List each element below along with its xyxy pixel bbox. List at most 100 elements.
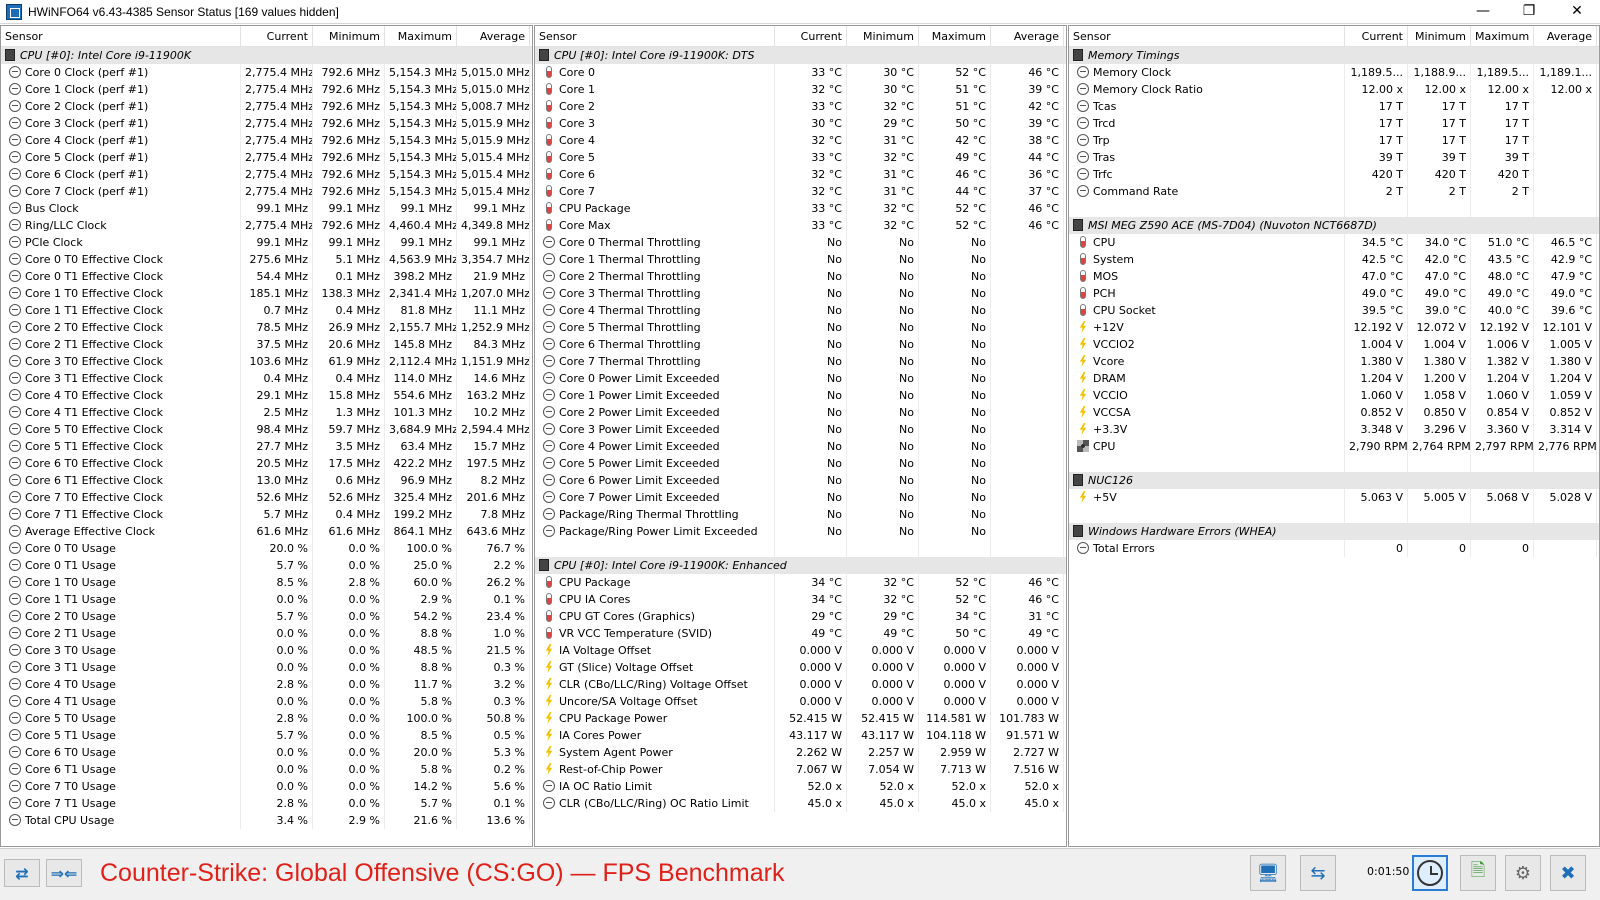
- sensor-row[interactable]: GT (Slice) Voltage Offset 0.000 V 0.000 V0…: [535, 659, 1066, 676]
- column-header-maximum[interactable]: Maximum: [919, 26, 991, 47]
- sensor-row[interactable]: Core 7 T1 Effective Clock 5.7 MHz 0.4 MHz 1…: [1, 506, 532, 523]
- sensor-row[interactable]: Rest-of-Chip Power 7.067 W 7.054 W 7.713 W7…: [535, 761, 1066, 778]
- close-window-button[interactable]: ✕: [1554, 0, 1600, 22]
- column-header-maximum[interactable]: Maximum: [385, 26, 457, 47]
- sensor-row[interactable]: Core 2 Thermal Throttling No No No: [535, 268, 1066, 285]
- sensor-row[interactable]: Core 4 Power Limit Exceeded No No No: [535, 438, 1066, 455]
- sensor-row[interactable]: CPU Package 33 °C 32 °C 52 °C 46 °C: [535, 200, 1066, 217]
- sensor-row[interactable]: Core Max 33 °C 32 °C 52 °C 46 °C: [535, 217, 1066, 234]
- sensor-row[interactable]: Bus Clock 99.1 MHz 99.1 MHz 99.1 MHz 99.1 MH…: [1, 200, 532, 217]
- close-icon[interactable]: ✖: [1550, 855, 1586, 891]
- sensor-row[interactable]: Package/Ring Thermal Throttling No No No: [535, 506, 1066, 523]
- sensor-row[interactable]: Core 3 Thermal Throttling No No No: [535, 285, 1066, 302]
- sensor-row[interactable]: Ring/LLC Clock 2,775.4 MHz 792.6 MHz 4,460.…: [1, 217, 532, 234]
- sensor-row[interactable]: Core 3 Power Limit Exceeded No No No: [535, 421, 1066, 438]
- sensor-row[interactable]: Tras 39 T 39 T 39 T: [1069, 149, 1599, 166]
- sensor-panel-board[interactable]: Sensor Current Minimum Maximum Average Memory…: [1068, 25, 1600, 847]
- column-header-minimum[interactable]: Minimum: [1408, 26, 1471, 47]
- column-header-current[interactable]: Current: [241, 26, 313, 47]
- sensor-row[interactable]: Core 3 Clock (perf #1) 2,775.4 MHz 792.6 M…: [1, 115, 532, 132]
- reset-computers-icon[interactable]: ⇆: [1300, 855, 1336, 891]
- sensor-row[interactable]: DRAM 1.204 V 1.200 V 1.204 V 1.204 V: [1069, 370, 1599, 387]
- collapse-arrows-icon[interactable]: ⇒⇐: [46, 859, 82, 887]
- sensor-row[interactable]: VCCIO2 1.004 V 1.004 V 1.006 V 1.005 V: [1069, 336, 1599, 353]
- sensor-row[interactable]: IA OC Ratio Limit 52.0 x 52.0 x 52.0 x 52.0 …: [535, 778, 1066, 795]
- sensor-row[interactable]: Core 7 Power Limit Exceeded No No No: [535, 489, 1066, 506]
- sensor-row[interactable]: +3.3V 3.348 V 3.296 V 3.360 V 3.314 V: [1069, 421, 1599, 438]
- column-header-average[interactable]: Average: [1534, 26, 1597, 47]
- sensor-group-header[interactable]: CPU [#0]: Intel Core i9-11900K: DTS: [535, 47, 1066, 64]
- sensor-row[interactable]: IA Voltage Offset 0.000 V 0.000 V 0.000 V 0.…: [535, 642, 1066, 659]
- sensor-group-header[interactable]: MSI MEG Z590 ACE (MS-7D04) (Nuvoton NCT6…: [1069, 217, 1599, 234]
- sensor-row[interactable]: Trfc 420 T 420 T 420 T: [1069, 166, 1599, 183]
- sensor-row[interactable]: Core 4 T0 Usage 2.8 % 0.0 % 11.7 % 3.2 %: [1, 676, 532, 693]
- sensor-row[interactable]: Core 3 T1 Usage 0.0 % 0.0 % 8.8 % 0.3 %: [1, 659, 532, 676]
- sensor-panel-dts[interactable]: Sensor Current Minimum Maximum Average CPU [#…: [534, 25, 1067, 847]
- sensor-row[interactable]: Vcore 1.380 V 1.380 V 1.382 V 1.380 V: [1069, 353, 1599, 370]
- sensor-row[interactable]: Core 2 Clock (perf #1) 2,775.4 MHz 792.6 M…: [1, 98, 532, 115]
- sensor-row[interactable]: Core 6 T0 Effective Clock 20.5 MHz 17.5 MH…: [1, 455, 532, 472]
- sensor-row[interactable]: CPU Package Power 52.415 W 52.415 W 114.581…: [535, 710, 1066, 727]
- sensor-row[interactable]: Core 7 T1 Usage 2.8 % 0.0 % 5.7 % 0.1 %: [1, 795, 532, 812]
- column-header-average[interactable]: Average: [991, 26, 1064, 47]
- sensor-row[interactable]: Core 1 Clock (perf #1) 2,775.4 MHz 792.6 M…: [1, 81, 532, 98]
- gear-icon[interactable]: ⚙: [1505, 855, 1541, 891]
- sensor-row[interactable]: Core 1 T1 Usage 0.0 % 0.0 % 2.9 % 0.1 %: [1, 591, 532, 608]
- sensor-row[interactable]: Core 6 Thermal Throttling No No No: [535, 336, 1066, 353]
- sensor-panel-cpu[interactable]: Sensor Current Minimum Maximum Average CPU [#…: [0, 25, 533, 847]
- sensor-row[interactable]: PCH 49.0 °C 49.0 °C 49.0 °C 49.0 °C: [1069, 285, 1599, 302]
- sensor-row[interactable]: Core 1 T1 Effective Clock 0.7 MHz 0.4 MHz 8…: [1, 302, 532, 319]
- sensor-row[interactable]: Core 1 Power Limit Exceeded No No No: [535, 387, 1066, 404]
- sensor-row[interactable]: Core 0 Thermal Throttling No No No: [535, 234, 1066, 251]
- minimize-button[interactable]: —: [1460, 0, 1506, 22]
- sensor-row[interactable]: Core 0 Power Limit Exceeded No No No: [535, 370, 1066, 387]
- sensor-row[interactable]: Uncore/SA Voltage Offset 0.000 V 0.000 V 0.…: [535, 693, 1066, 710]
- sensor-row[interactable]: Core 0 T1 Effective Clock 54.4 MHz 0.1 MHz…: [1, 268, 532, 285]
- sensor-row[interactable]: VCCSA 0.852 V 0.850 V 0.854 V 0.852 V: [1069, 404, 1599, 421]
- sensor-row[interactable]: Core 4 T1 Usage 0.0 % 0.0 % 5.8 % 0.3 %: [1, 693, 532, 710]
- sensor-row[interactable]: Core 0 T0 Usage 20.0 % 0.0 % 100.0 % 76.7 %: [1, 540, 532, 557]
- sensor-row[interactable]: Core 2 T1 Effective Clock 37.5 MHz 20.6 MH…: [1, 336, 532, 353]
- sensor-row[interactable]: CPU 34.5 °C 34.0 °C 51.0 °C 46.5 °C: [1069, 234, 1599, 251]
- sensor-row[interactable]: Total Errors 0 0 0: [1069, 540, 1599, 557]
- sensor-row[interactable]: IA Cores Power 43.117 W 43.117 W 104.118 W9…: [535, 727, 1066, 744]
- sensor-group-header[interactable]: Windows Hardware Errors (WHEA): [1069, 523, 1599, 540]
- sensor-group-header[interactable]: CPU [#0]: Intel Core i9-11900K: Enhanced: [535, 557, 1066, 574]
- sensor-row[interactable]: Core 4 Thermal Throttling No No No: [535, 302, 1066, 319]
- sensor-row[interactable]: CPU IA Cores 34 °C 32 °C 52 °C 46 °C: [535, 591, 1066, 608]
- sensor-row[interactable]: Core 3 T0 Effective Clock 103.6 MHz 61.9 M…: [1, 353, 532, 370]
- sensor-row[interactable]: Tcas 17 T 17 T 17 T: [1069, 98, 1599, 115]
- sensor-row[interactable]: Core 5 T0 Effective Clock 98.4 MHz 59.7 MH…: [1, 421, 532, 438]
- sensor-row[interactable]: Command Rate 2 T2 T2 T: [1069, 183, 1599, 200]
- sensor-row[interactable]: Core 5 T1 Usage 5.7 % 0.0 % 8.5 % 0.5 %: [1, 727, 532, 744]
- sensor-row[interactable]: Core 0 T1 Usage 5.7 % 0.0 % 25.0 % 2.2 %: [1, 557, 532, 574]
- sensor-row[interactable]: Core 5 Power Limit Exceeded No No No: [535, 455, 1066, 472]
- sensor-row[interactable]: Trcd 17 T 17 T 17 T: [1069, 115, 1599, 132]
- column-header-sensor[interactable]: Sensor: [1069, 26, 1345, 47]
- sensor-row[interactable]: VCCIO 1.060 V 1.058 V 1.060 V 1.059 V: [1069, 387, 1599, 404]
- add-log-icon[interactable]: 🗎: [1460, 855, 1496, 891]
- sensor-row[interactable]: Core 3 T1 Effective Clock 0.4 MHz 0.4 MHz 1…: [1, 370, 532, 387]
- sensor-row[interactable]: Core 0 33 °C 30 °C 52 °C 46 °C: [535, 64, 1066, 81]
- sensor-row[interactable]: Core 7 32 °C 31 °C 44 °C 37 °C: [535, 183, 1066, 200]
- sensor-row[interactable]: Core 6 T0 Usage 0.0 % 0.0 % 20.0 % 5.3 %: [1, 744, 532, 761]
- column-header-sensor[interactable]: Sensor: [1, 26, 241, 47]
- monitor-network-icon[interactable]: 🖥: [1250, 855, 1286, 891]
- sensor-row[interactable]: Core 6 32 °C 31 °C 46 °C 36 °C: [535, 166, 1066, 183]
- sensor-row[interactable]: Core 5 T0 Usage 2.8 % 0.0 % 100.0 % 50.8 %: [1, 710, 532, 727]
- sensor-row[interactable]: Core 5 Thermal Throttling No No No: [535, 319, 1066, 336]
- sensor-row[interactable]: CLR (CBo/LLC/Ring) OC Ratio Limit 45.0 x4…: [535, 795, 1066, 812]
- sensor-row[interactable]: Core 4 T1 Effective Clock 2.5 MHz 1.3 MHz 1…: [1, 404, 532, 421]
- sensor-row[interactable]: Core 7 T0 Usage 0.0 % 0.0 % 14.2 % 5.6 %: [1, 778, 532, 795]
- sensor-group-header[interactable]: NUC126: [1069, 472, 1599, 489]
- sensor-row[interactable]: CPU GT Cores (Graphics) 29 °C 29 °C 34 °C 31…: [535, 608, 1066, 625]
- sensor-row[interactable]: Core 2 T0 Effective Clock 78.5 MHz 26.9 MH…: [1, 319, 532, 336]
- sensor-row[interactable]: Core 3 T0 Usage 0.0 % 0.0 % 48.5 % 21.5 %: [1, 642, 532, 659]
- sensor-row[interactable]: System Agent Power 2.262 W 2.257 W 2.959 W2…: [535, 744, 1066, 761]
- sensor-row[interactable]: Core 4 32 °C 31 °C 42 °C 38 °C: [535, 132, 1066, 149]
- sensor-row[interactable]: Core 1 32 °C 30 °C 51 °C 39 °C: [535, 81, 1066, 98]
- sensor-row[interactable]: System 42.5 °C 42.0 °C 43.5 °C 42.9 °C: [1069, 251, 1599, 268]
- sensor-row[interactable]: VR VCC Temperature (SVID) 49 °C 49 °C 50 °C…: [535, 625, 1066, 642]
- sensor-row[interactable]: Core 6 Clock (perf #1) 2,775.4 MHz 792.6 M…: [1, 166, 532, 183]
- sensor-group-header[interactable]: Memory Timings: [1069, 47, 1599, 64]
